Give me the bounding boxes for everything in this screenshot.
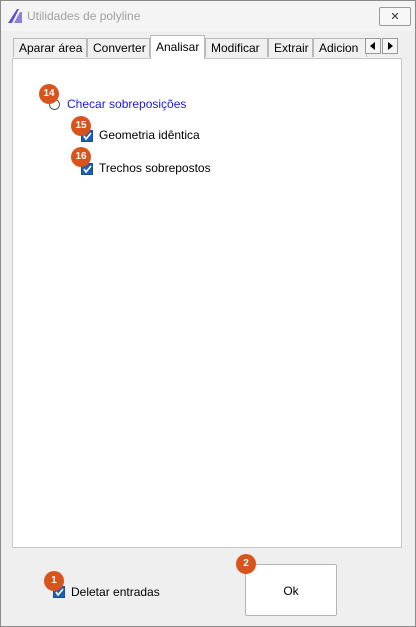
- delete-inputs-label[interactable]: Deletar entradas: [71, 585, 160, 599]
- overlapping-segments-label[interactable]: Trechos sobrepostos: [99, 161, 211, 175]
- tab-panel-analisar: [12, 58, 402, 548]
- callout-badge: 16: [71, 147, 91, 167]
- window-title: Utilidades de polyline: [27, 9, 141, 23]
- callout-badge: 1: [44, 571, 64, 591]
- tab-analisar[interactable]: Analisar: [150, 35, 205, 59]
- title-bar: Utilidades de polyline ✕: [1, 1, 415, 31]
- ok-button[interactable]: Ok: [245, 564, 337, 616]
- tab-strip: Aparar área Converter Analisar Modificar…: [13, 35, 403, 59]
- app-logo-icon: [8, 9, 22, 23]
- tab-aparar-area[interactable]: Aparar área: [13, 38, 87, 57]
- tab-converter[interactable]: Converter: [87, 38, 150, 57]
- check-overlaps-label[interactable]: Checar sobreposições: [67, 97, 186, 111]
- identical-geometry-label[interactable]: Geometria idêntica: [99, 128, 200, 142]
- tab-modificar[interactable]: Modificar: [205, 38, 268, 57]
- arrow-left-icon: [370, 42, 375, 50]
- tab-adicionar[interactable]: Adicion: [313, 38, 367, 57]
- tab-extrair[interactable]: Extrair: [268, 38, 313, 57]
- callout-badge: 2: [236, 554, 256, 574]
- close-button[interactable]: ✕: [379, 7, 411, 26]
- arrow-right-icon: [388, 42, 393, 50]
- callout-badge: 14: [39, 84, 59, 104]
- dialog-window: Utilidades de polyline ✕ Aparar área Con…: [0, 0, 416, 627]
- callout-badge: 15: [71, 116, 91, 136]
- tab-scroll-right-button[interactable]: [382, 38, 398, 54]
- tab-scroll-left-button[interactable]: [365, 38, 381, 54]
